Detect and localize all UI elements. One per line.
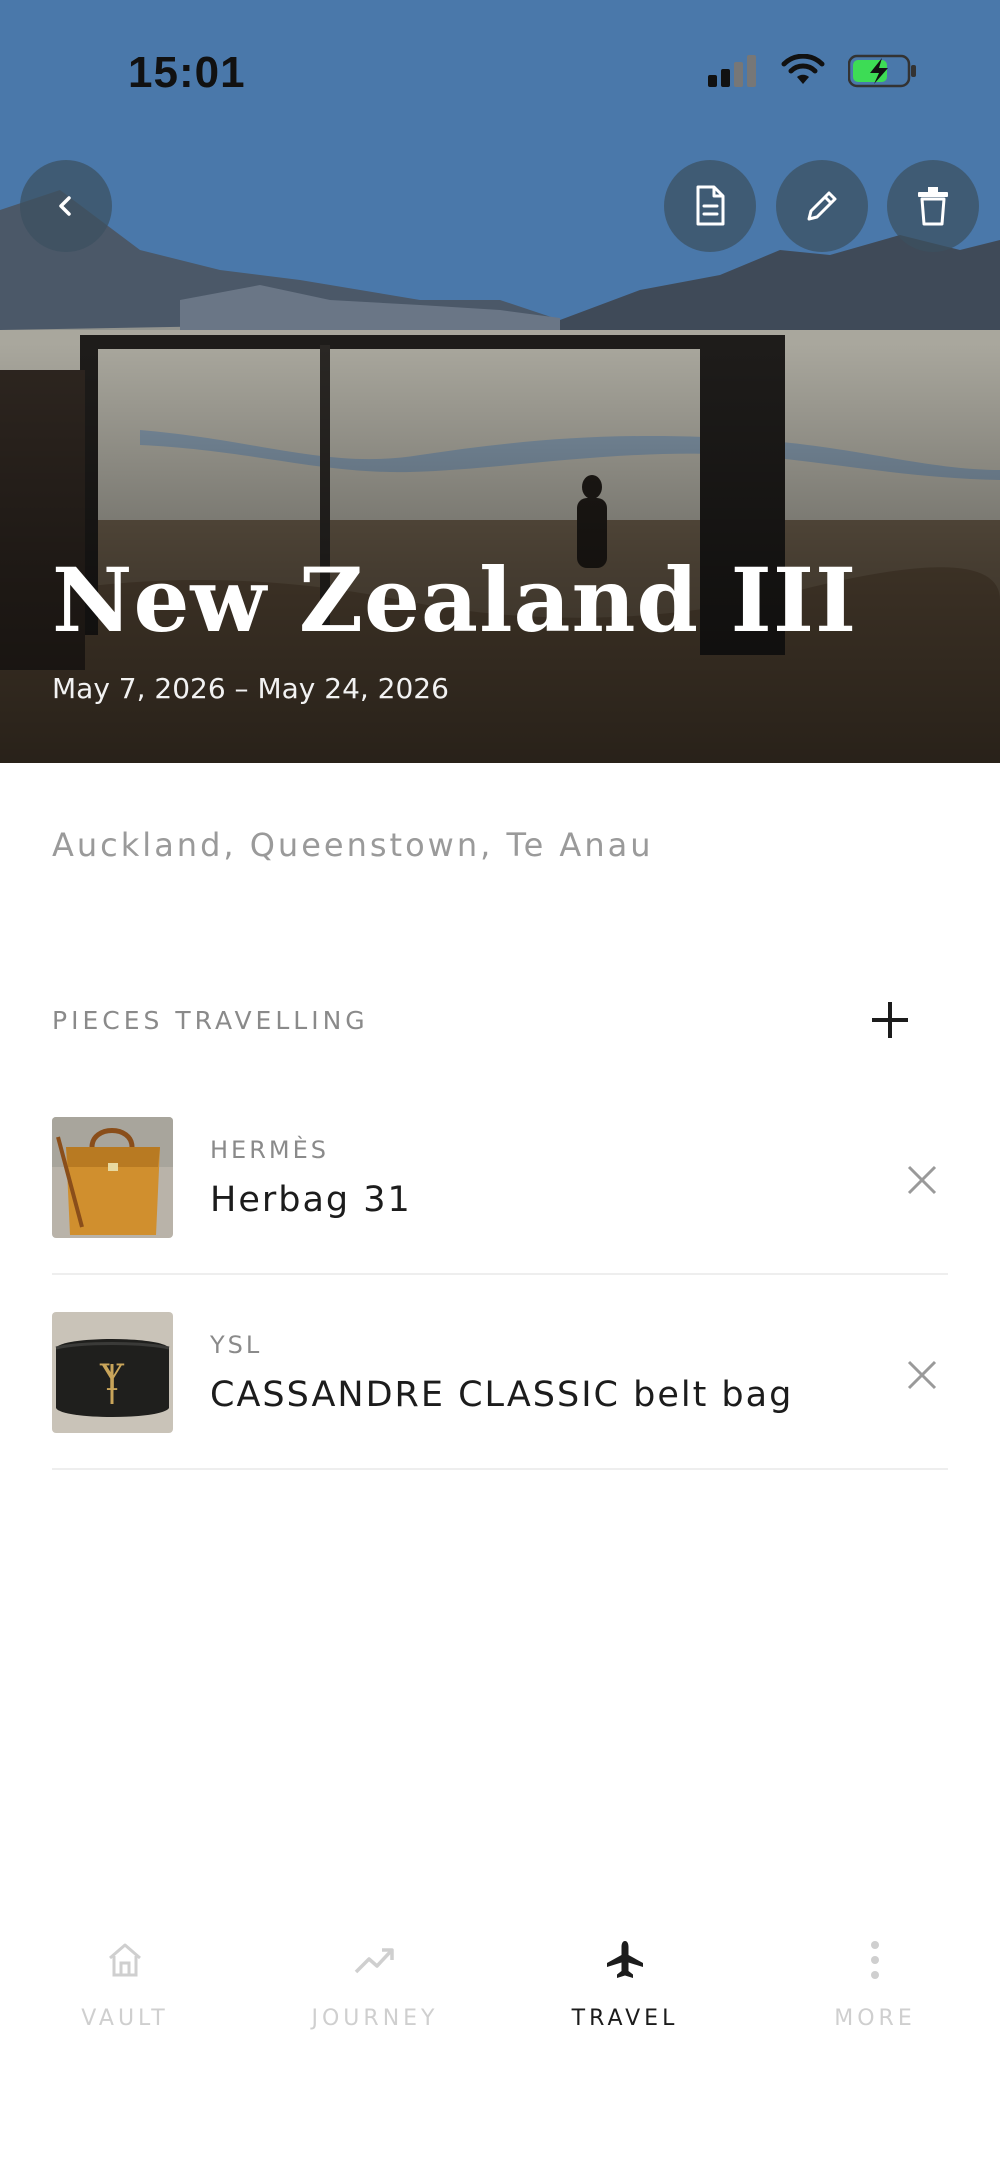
home-icon bbox=[109, 1943, 141, 1977]
tab-journey[interactable]: JOURNEY bbox=[250, 1930, 500, 2050]
document-button[interactable] bbox=[664, 160, 756, 252]
remove-piece-button[interactable] bbox=[904, 1162, 940, 1198]
trip-dates: May 7, 2026 – May 24, 2026 bbox=[52, 672, 449, 705]
wifi-icon bbox=[781, 54, 825, 84]
bottom-tab-bar: VAULT JOURNEY TRAVEL MORE bbox=[0, 1930, 1000, 2070]
piece-name: Herbag 31 bbox=[210, 1180, 412, 1220]
more-vertical-icon bbox=[871, 1941, 879, 1979]
trip-title: New Zealand III bbox=[52, 548, 858, 652]
trip-cities: Auckland, Queenstown, Te Anau bbox=[52, 826, 654, 864]
tab-label: JOURNEY bbox=[311, 2006, 439, 2031]
trash-icon bbox=[918, 187, 948, 226]
piece-thumbnail bbox=[52, 1117, 173, 1238]
status-icons bbox=[708, 54, 918, 88]
pencil-icon bbox=[807, 191, 837, 221]
airplane-icon bbox=[607, 1941, 643, 1978]
back-button[interactable] bbox=[20, 160, 112, 252]
piece-brand: YSL bbox=[210, 1331, 263, 1359]
signal-icon bbox=[708, 55, 756, 87]
pieces-section-heading: PIECES TRAVELLING bbox=[52, 1006, 369, 1035]
tab-vault[interactable]: VAULT bbox=[0, 1930, 250, 2050]
tab-label: VAULT bbox=[81, 2006, 169, 2031]
piece-thumbnail: Y bbox=[52, 1312, 173, 1433]
status-time: 15:01 bbox=[128, 48, 246, 97]
edit-button[interactable] bbox=[776, 160, 868, 252]
remove-piece-button[interactable] bbox=[904, 1357, 940, 1393]
delete-button[interactable] bbox=[887, 160, 979, 252]
piece-list-item[interactable]: HERMÈS Herbag 31 bbox=[52, 1080, 948, 1275]
add-piece-button[interactable] bbox=[862, 992, 918, 1048]
piece-brand: HERMÈS bbox=[210, 1136, 329, 1164]
tab-travel[interactable]: TRAVEL bbox=[500, 1930, 750, 2050]
close-icon bbox=[907, 1360, 937, 1390]
piece-name: CASSANDRE CLASSIC belt bag bbox=[210, 1375, 794, 1415]
tab-more[interactable]: MORE bbox=[750, 1930, 1000, 2050]
tab-label: TRAVEL bbox=[571, 2006, 679, 2031]
close-icon bbox=[907, 1165, 937, 1195]
battery-icon bbox=[848, 54, 916, 88]
trending-up-icon bbox=[354, 1948, 394, 1974]
plus-icon bbox=[872, 1002, 908, 1038]
chevron-left-icon bbox=[59, 196, 71, 216]
tab-label: MORE bbox=[834, 2006, 916, 2031]
piece-list-item[interactable]: Y YSL CASSANDRE CLASSIC belt bag bbox=[52, 1275, 948, 1470]
document-icon bbox=[696, 185, 725, 226]
